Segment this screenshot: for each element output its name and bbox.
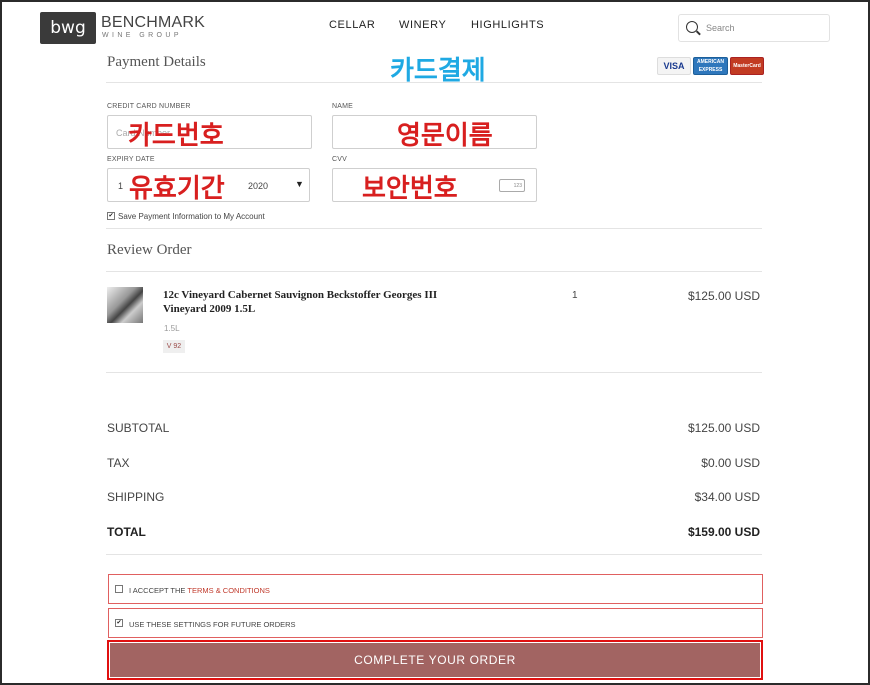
search-placeholder: Search <box>706 23 735 33</box>
save-payment-checkbox[interactable]: ✔ <box>107 212 115 220</box>
shipping-value: $34.00 USD <box>694 490 760 504</box>
expiry-annotation: 유효기간 <box>129 174 225 204</box>
item-price: $125.00 USD <box>687 289 760 303</box>
rating-badge: V 92 <box>163 340 185 353</box>
page-frame: bwg BENCHMARK WINE GROUP CELLAR WINERY H… <box>0 0 870 685</box>
divider <box>106 554 762 555</box>
card-number-label: CREDIT CARD NUMBER <box>107 103 191 110</box>
terms-checkbox[interactable] <box>115 585 123 593</box>
visa-icon: VISA <box>657 57 691 75</box>
name-annotation: 영문이름 <box>397 121 493 151</box>
search-input[interactable]: Search <box>678 14 830 42</box>
payment-details-title: Payment Details <box>107 54 206 70</box>
mastercard-icon: MasterCard <box>730 57 764 75</box>
logo[interactable]: bwg <box>40 12 96 44</box>
item-name[interactable]: 12c Vineyard Cabernet Sauvignon Beckstof… <box>163 288 437 316</box>
terms-link[interactable]: TERMS & CONDITIONS <box>187 586 270 595</box>
future-settings-label: USE THESE SETTINGS FOR FUTURE ORDERS <box>129 620 296 629</box>
tax-value: $0.00 USD <box>701 456 760 470</box>
shipping-label: SHIPPING <box>107 490 165 504</box>
total-value: $159.00 USD <box>687 525 760 539</box>
item-name-line2: Vineyard 2009 1.5L <box>163 303 256 315</box>
search-icon <box>686 21 698 33</box>
expiry-year-value[interactable]: 2020 <box>248 181 268 191</box>
save-payment-label: Save Payment Information to My Account <box>118 212 265 221</box>
wine-bottle-image <box>107 287 143 323</box>
tax-label: TAX <box>107 456 130 470</box>
item-name-line1: 12c Vineyard Cabernet Sauvignon Beckstof… <box>163 289 438 301</box>
brand-subtitle: WINE GROUP <box>102 32 182 39</box>
cvv-annotation: 보안번호 <box>362 174 458 204</box>
terms-prefix: I ACCCEPT THE <box>129 586 188 595</box>
site-header: bwg BENCHMARK WINE GROUP CELLAR WINERY H… <box>2 2 868 50</box>
complete-order-button[interactable]: COMPLETE YOUR ORDER <box>107 640 763 680</box>
expiry-label: EXPIRY DATE <box>107 156 155 163</box>
item-size: 1.5L <box>164 324 180 333</box>
divider <box>106 228 762 229</box>
divider <box>106 372 762 373</box>
divider <box>106 271 762 272</box>
item-quantity: 1 <box>572 290 578 301</box>
total-label: TOTAL <box>107 525 146 539</box>
divider <box>106 82 762 83</box>
terms-label: I ACCCEPT THE TERMS & CONDITIONS <box>129 586 270 595</box>
future-settings-checkbox[interactable]: ✔ <box>115 619 123 627</box>
expiry-month-value: 1 <box>118 181 124 191</box>
review-order-title: Review Order <box>107 242 192 258</box>
brand-name: BENCHMARK <box>101 14 206 31</box>
chevron-down-icon[interactable]: ▼ <box>295 179 304 189</box>
terms-box: I ACCCEPT THE TERMS & CONDITIONS <box>108 574 763 604</box>
nav-cellar[interactable]: CELLAR <box>329 19 375 31</box>
card-number-annotation: 카드번호 <box>128 121 224 151</box>
future-settings-box: ✔ USE THESE SETTINGS FOR FUTURE ORDERS <box>108 608 763 638</box>
nav-winery[interactable]: WINERY <box>399 19 446 31</box>
complete-order-label: COMPLETE YOUR ORDER <box>110 643 760 677</box>
cvv-label: CVV <box>332 156 347 163</box>
name-label: NAME <box>332 103 354 110</box>
subtotal-label: SUBTOTAL <box>107 421 170 435</box>
nav-highlights[interactable]: HIGHLIGHTS <box>471 19 544 31</box>
amex-icon: AMERICAN EXPRESS <box>693 57 728 75</box>
cvv-card-icon: 123 <box>499 179 525 192</box>
subtotal-value: $125.00 USD <box>687 421 760 435</box>
